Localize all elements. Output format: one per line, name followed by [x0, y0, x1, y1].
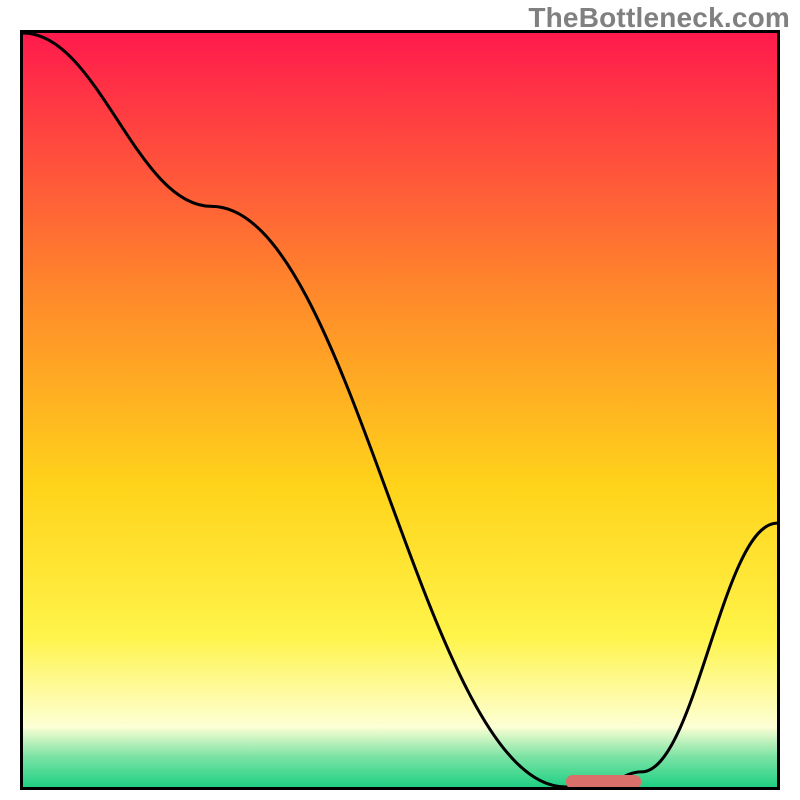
bottleneck-chart — [23, 33, 777, 787]
optimal-zone-marker — [566, 775, 641, 787]
plot-border — [20, 30, 780, 790]
watermark-text: TheBottleneck.com — [528, 2, 790, 34]
chart-frame: TheBottleneck.com — [0, 0, 800, 800]
